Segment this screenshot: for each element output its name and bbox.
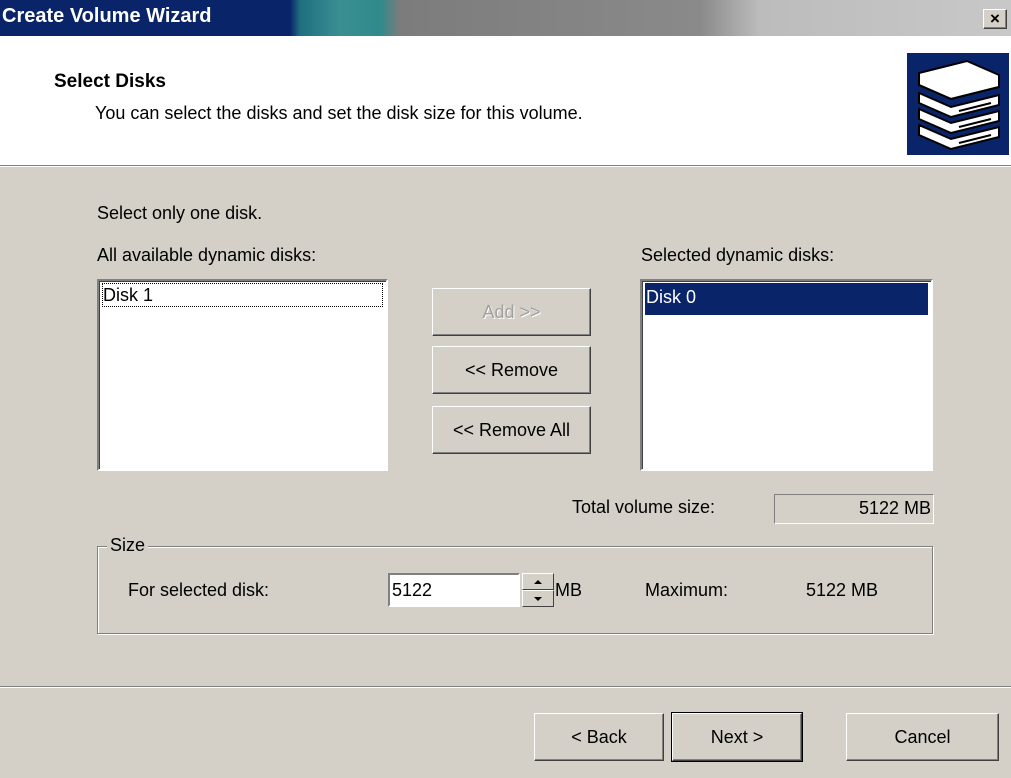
- page-subtitle: You can select the disks and set the dis…: [95, 103, 583, 123]
- remove-button[interactable]: << Remove: [432, 346, 591, 394]
- cancel-button[interactable]: Cancel: [846, 713, 999, 761]
- maximum-label: Maximum:: [645, 580, 729, 600]
- back-button[interactable]: < Back: [534, 713, 664, 761]
- close-button[interactable]: ×: [983, 9, 1007, 29]
- available-disks-label: All available dynamic disks:: [97, 245, 317, 265]
- available-disks-list[interactable]: Disk 1: [97, 279, 388, 471]
- list-item-disk-0[interactable]: Disk 0: [645, 283, 928, 315]
- arrow-up-icon: [534, 579, 542, 584]
- selected-disks-label: Selected dynamic disks:: [641, 245, 835, 265]
- disk-stack-icon: [907, 53, 1009, 155]
- next-button[interactable]: Next >: [671, 712, 803, 762]
- maximum-value: 5122 MB: [806, 580, 879, 600]
- spinner-down-button[interactable]: [522, 590, 554, 607]
- spinner-up-button[interactable]: [522, 573, 554, 590]
- remove-all-button[interactable]: << Remove All: [432, 406, 591, 454]
- size-group-label: Size: [107, 535, 149, 556]
- arrow-down-icon: [534, 596, 542, 601]
- selected-disk-size-label: For selected disk:: [128, 580, 270, 600]
- header-divider: [0, 165, 1011, 167]
- size-unit-label: MB: [555, 580, 582, 600]
- close-icon: ×: [990, 9, 1000, 28]
- selected-disks-list[interactable]: Disk 0: [640, 279, 933, 471]
- disk-size-input[interactable]: [388, 573, 520, 607]
- total-volume-size-value: 5122 MB: [774, 494, 934, 524]
- instruction-text: Select only one disk.: [97, 203, 263, 223]
- page-title: Select Disks: [54, 71, 166, 92]
- window-title: Create Volume Wizard: [2, 5, 212, 27]
- footer-divider: [0, 686, 1011, 688]
- list-item-disk-1[interactable]: Disk 1: [102, 283, 383, 307]
- add-button[interactable]: Add >>: [432, 288, 591, 336]
- wizard-header: [0, 36, 1011, 165]
- total-volume-size-label: Total volume size:: [572, 497, 716, 517]
